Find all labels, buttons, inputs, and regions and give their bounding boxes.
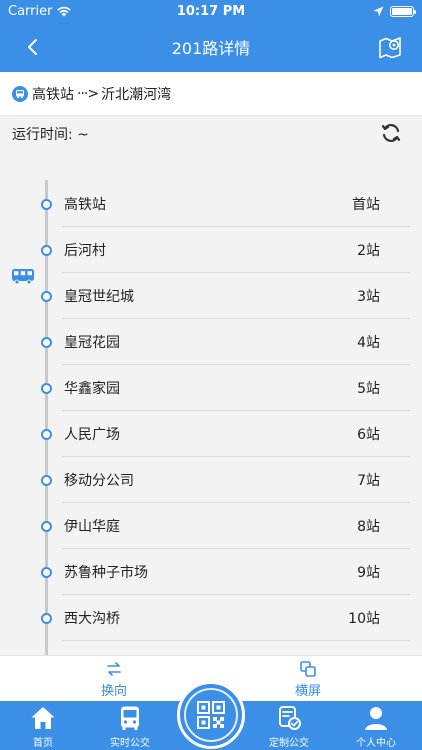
tab-realtime-label: 实时公交 bbox=[110, 738, 150, 749]
chevron-left-icon bbox=[28, 39, 37, 55]
station-list[interactable]: 高铁站 首站 后河村 2站 皇冠世纪城 3站 皇冠花园 4站 华鑫家园 5站 人… bbox=[0, 152, 422, 655]
station-item[interactable]: 苏鲁种子市场 9站 bbox=[0, 549, 422, 595]
bus-front-icon bbox=[121, 706, 139, 730]
map-location-icon[interactable] bbox=[378, 34, 404, 60]
refresh-icon[interactable] bbox=[380, 122, 402, 144]
tab-home[interactable]: 首页 bbox=[8, 704, 78, 749]
nav-bar: 201路详情 bbox=[0, 22, 422, 72]
station-name: 移动分公司 bbox=[64, 473, 134, 489]
station-divider bbox=[62, 640, 410, 641]
route-origin: 高铁站 bbox=[32, 86, 74, 103]
station-name: 华鑫家园 bbox=[64, 381, 120, 397]
reverse-direction-button[interactable]: 换向 bbox=[74, 660, 154, 699]
run-time-label: 运行时间: ~ bbox=[12, 127, 89, 143]
route-destination: 沂北潮河湾 bbox=[101, 86, 172, 103]
tab-realtime-bus[interactable]: 实时公交 bbox=[95, 704, 165, 749]
bus-badge-icon bbox=[12, 85, 28, 102]
station-number: 5站 bbox=[357, 381, 380, 397]
station-dot bbox=[41, 291, 52, 302]
station-dot bbox=[41, 567, 52, 578]
status-right bbox=[373, 5, 416, 17]
carrier-label: Carrier bbox=[8, 3, 53, 19]
user-icon bbox=[365, 707, 387, 730]
back-button[interactable] bbox=[20, 35, 44, 59]
swap-arrows-icon bbox=[107, 662, 121, 676]
tab-custom-label: 定制公交 bbox=[269, 738, 309, 749]
route-arrow: ···> bbox=[77, 85, 99, 102]
tab-user-center[interactable]: 个人中心 bbox=[341, 704, 411, 749]
station-number: 首站 bbox=[352, 197, 380, 213]
wifi-icon bbox=[57, 6, 72, 17]
carrier-group: Carrier bbox=[8, 4, 72, 19]
page-title: 201路详情 bbox=[171, 39, 251, 58]
station-item[interactable]: 皇冠世纪城 3站 bbox=[0, 273, 422, 319]
station-number: 3站 bbox=[357, 289, 380, 305]
station-number: 9站 bbox=[357, 565, 380, 581]
station-item[interactable]: 西大沟桥 10站 bbox=[0, 595, 422, 641]
station-name: 皇冠世纪城 bbox=[64, 289, 134, 305]
station-number: 4站 bbox=[357, 335, 380, 351]
station-number: 2站 bbox=[357, 243, 380, 259]
tab-home-label: 首页 bbox=[33, 738, 53, 749]
tab-custom-bus[interactable]: 定制公交 bbox=[254, 704, 324, 749]
station-item[interactable]: 伊山华庭 8站 bbox=[0, 503, 422, 549]
station-item[interactable]: 后河村 2站 bbox=[0, 227, 422, 273]
station-number: 10站 bbox=[348, 611, 380, 627]
route-header: 高铁站 ···> 沂北潮河湾 bbox=[0, 72, 422, 116]
station-name: 伊山华庭 bbox=[64, 519, 120, 535]
landscape-icon bbox=[300, 661, 316, 677]
station-number: 8站 bbox=[357, 519, 380, 535]
battery-icon bbox=[390, 5, 416, 17]
home-icon bbox=[31, 707, 55, 729]
station-name: 苏鲁种子市场 bbox=[64, 565, 148, 581]
reverse-direction-label: 换向 bbox=[100, 684, 127, 699]
station-name: 皇冠花园 bbox=[64, 335, 120, 351]
station-dot bbox=[41, 199, 52, 210]
station-dot bbox=[41, 383, 52, 394]
station-dot bbox=[41, 613, 52, 624]
station-dot bbox=[41, 245, 52, 256]
location-arrow-icon bbox=[373, 6, 384, 16]
station-name: 人民广场 bbox=[64, 427, 120, 443]
station-dot bbox=[41, 429, 52, 440]
station-dot bbox=[41, 475, 52, 486]
station-item[interactable]: 皇冠花园 4站 bbox=[0, 319, 422, 365]
tab-user-label: 个人中心 bbox=[356, 738, 396, 749]
station-name: 高铁站 bbox=[64, 197, 106, 213]
station-item[interactable]: 人民广场 6站 bbox=[0, 411, 422, 457]
landscape-button[interactable]: 横屏 bbox=[268, 660, 348, 699]
station-item[interactable]: 移动分公司 7站 bbox=[0, 457, 422, 503]
station-dot bbox=[41, 521, 52, 532]
station-dot bbox=[41, 337, 52, 348]
qr-scan-ring bbox=[184, 688, 238, 742]
station-number: 7站 bbox=[357, 473, 380, 489]
custom-bus-icon bbox=[279, 706, 301, 730]
station-name: 后河村 bbox=[64, 243, 106, 259]
station-name: 西大沟桥 bbox=[64, 611, 120, 627]
station-item[interactable]: 华鑫家园 5站 bbox=[0, 365, 422, 411]
run-time-row: 运行时间: ~ bbox=[0, 116, 422, 152]
landscape-label: 横屏 bbox=[294, 684, 321, 699]
status-bar: Carrier 10:17 PM bbox=[0, 0, 422, 22]
qr-code-icon bbox=[197, 701, 225, 729]
station-number: 6站 bbox=[357, 427, 380, 443]
qr-scan-button[interactable] bbox=[177, 681, 245, 749]
station-item[interactable]: 高铁站 首站 bbox=[0, 181, 422, 227]
